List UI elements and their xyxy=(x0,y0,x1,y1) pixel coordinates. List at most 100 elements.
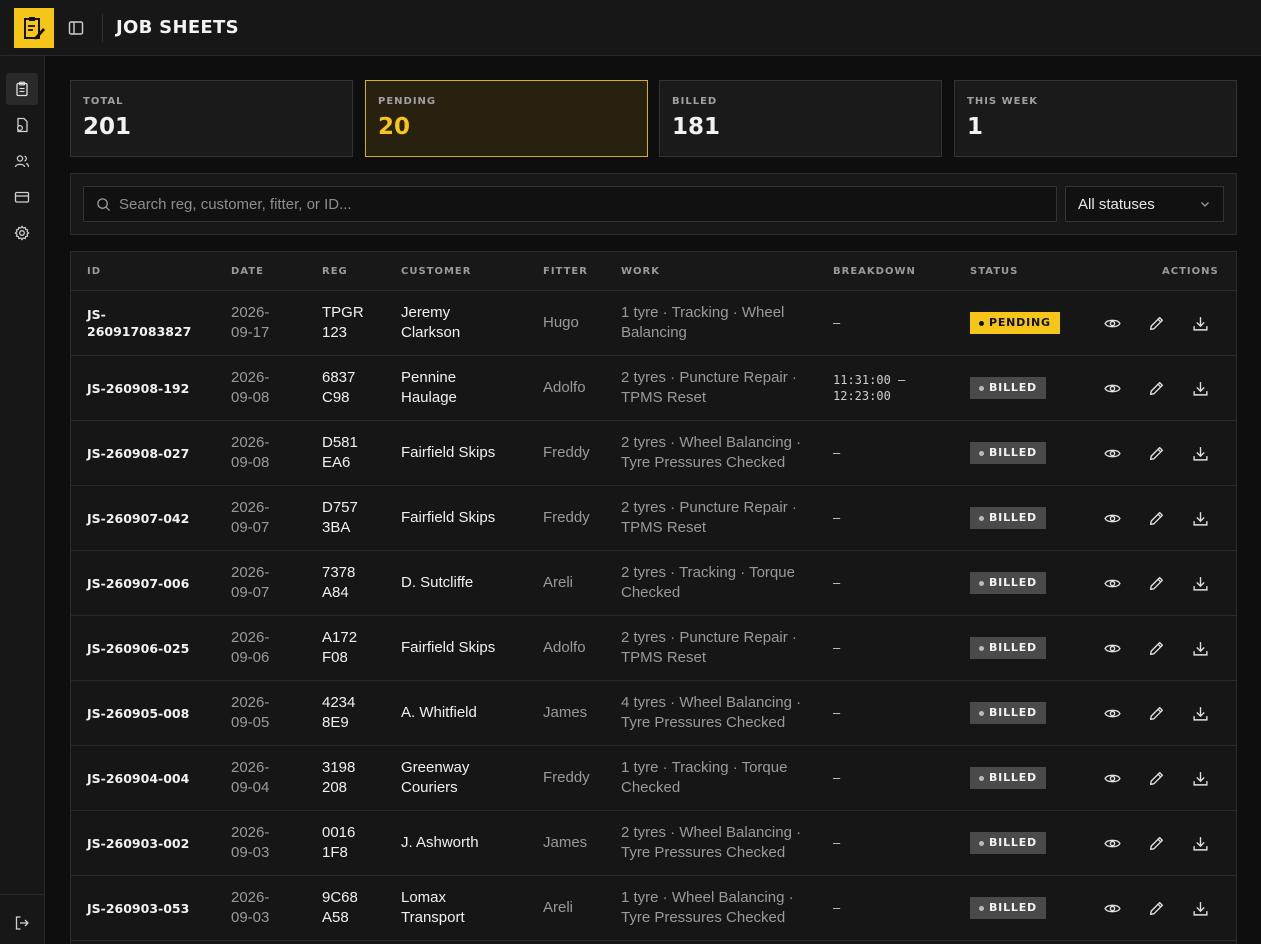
cell-breakdown: 11:31:00 – 12:23:00 xyxy=(833,373,906,403)
download-button[interactable] xyxy=(1190,638,1210,658)
edit-button[interactable] xyxy=(1146,508,1166,528)
app-logo[interactable] xyxy=(14,8,54,48)
download-icon xyxy=(1192,316,1208,331)
table-row[interactable]: JS-260907-006 2026- 09-07 7378 A84 D. Sutcl… xyxy=(71,551,1236,616)
table-row[interactable]: JS- 260917083827 2026- 09-17 TPGR 123 Jerem… xyxy=(71,291,1236,356)
cell-breakdown: – xyxy=(833,316,841,330)
cell-work: 2 tyres · Puncture Repair · TPMS Reset xyxy=(621,629,797,666)
eye-icon xyxy=(1103,384,1121,392)
download-button[interactable] xyxy=(1190,703,1210,723)
stat-card-total[interactable]: TOTAL 201 xyxy=(70,80,353,157)
cell-breakdown: – xyxy=(833,641,841,655)
download-icon xyxy=(1192,641,1208,656)
status-dot xyxy=(979,385,984,391)
download-button[interactable] xyxy=(1190,313,1210,333)
stat-card-this-week[interactable]: THIS WEEK 1 xyxy=(954,80,1237,157)
table-row[interactable]: JS-260903-053 2026- 09-03 9C68 A58 Lomax Tr… xyxy=(71,876,1236,941)
edit-button[interactable] xyxy=(1146,898,1166,918)
view-button[interactable] xyxy=(1102,833,1122,853)
status-badge: BILLED xyxy=(970,637,1046,659)
download-button[interactable] xyxy=(1190,378,1210,398)
cell-status: BILLED xyxy=(970,876,1080,940)
download-button[interactable] xyxy=(1190,768,1210,788)
cell-date: 2026- 09-08 xyxy=(231,434,270,471)
nav-item-invoices[interactable] xyxy=(6,109,38,141)
cell-status: PENDING xyxy=(970,291,1080,355)
column-header-work[interactable]: WORK xyxy=(621,266,660,277)
eye-icon xyxy=(1103,579,1121,587)
view-button[interactable] xyxy=(1102,573,1122,593)
logout-button[interactable] xyxy=(6,907,38,939)
cell-reg: D757 3BA xyxy=(322,499,358,536)
download-button[interactable] xyxy=(1190,573,1210,593)
status-badge: BILLED xyxy=(970,507,1046,529)
column-header-status[interactable]: STATUS xyxy=(970,266,1018,277)
search-icon xyxy=(97,197,111,211)
download-icon xyxy=(1192,446,1208,461)
table-row[interactable]: JS-260906-025 2026- 09-06 A172 F08 Fairfiel… xyxy=(71,616,1236,681)
table-row[interactable]: JS-260908-192 2026- 09-08 6837 C98 Pennine … xyxy=(71,356,1236,421)
view-button[interactable] xyxy=(1102,443,1122,463)
edit-button[interactable] xyxy=(1146,703,1166,723)
table-row[interactable]: JS-260904-004 2026- 09-04 3198 208 Greenway… xyxy=(71,746,1236,811)
sidebar-toggle-button[interactable] xyxy=(66,18,86,38)
cell-breakdown: – xyxy=(833,771,841,785)
download-button[interactable] xyxy=(1190,508,1210,528)
table-row[interactable]: JS-260903-002 2026- 09-03 0016 1F8 J. Ashwo… xyxy=(71,811,1236,876)
view-button[interactable] xyxy=(1102,313,1122,333)
view-button[interactable] xyxy=(1102,898,1122,918)
table-row[interactable]: JS-260907-042 2026- 09-07 D757 3BA Fairfiel… xyxy=(71,486,1236,551)
column-header-id[interactable]: ID xyxy=(87,266,101,277)
pencil-icon xyxy=(1149,576,1163,590)
view-button[interactable] xyxy=(1102,638,1122,658)
cell-date: 2026- 09-04 xyxy=(231,759,270,796)
table-row[interactable]: JS-260908-027 2026- 09-08 D581 EA6 Fairfiel… xyxy=(71,421,1236,486)
cell-status: BILLED xyxy=(970,746,1080,810)
view-button[interactable] xyxy=(1102,378,1122,398)
download-button[interactable] xyxy=(1190,898,1210,918)
edit-button[interactable] xyxy=(1146,378,1166,398)
pencil-icon xyxy=(1149,381,1163,395)
stat-value: 1 xyxy=(967,114,984,140)
stat-label: PENDING xyxy=(378,96,437,107)
view-button[interactable] xyxy=(1102,768,1122,788)
edit-button[interactable] xyxy=(1146,833,1166,853)
cell-id: JS-260906-025 xyxy=(87,640,190,656)
eye-icon xyxy=(1103,644,1121,652)
table-row[interactable]: JS-260905-008 2026- 09-05 4234 8E9 A. Whitf… xyxy=(71,681,1236,746)
column-header-fitter[interactable]: FITTER xyxy=(543,266,588,277)
nav-item-customers[interactable] xyxy=(6,145,38,177)
status-filter-select[interactable]: All statuses xyxy=(1065,186,1224,222)
edit-button[interactable] xyxy=(1146,573,1166,593)
download-button[interactable] xyxy=(1190,443,1210,463)
column-header-date[interactable]: DATE xyxy=(231,266,264,277)
nav-item-job-sheets[interactable] xyxy=(6,73,38,105)
cell-status: BILLED xyxy=(970,356,1080,420)
edit-button[interactable] xyxy=(1146,443,1166,463)
download-icon xyxy=(1192,706,1208,721)
cell-fitter: Areli xyxy=(543,574,574,591)
column-header-breakdown[interactable]: BREAKDOWN xyxy=(833,266,916,277)
search-box[interactable] xyxy=(83,186,1057,222)
search-input[interactable] xyxy=(119,195,1019,213)
cell-reg: 6837 C98 xyxy=(322,369,356,406)
download-button[interactable] xyxy=(1190,833,1210,853)
column-header-customer[interactable]: CUSTOMER xyxy=(401,266,471,277)
edit-button[interactable] xyxy=(1146,313,1166,333)
column-header-reg[interactable]: REG xyxy=(322,266,348,277)
nav-item-settings[interactable] xyxy=(6,217,38,249)
status-dot xyxy=(979,580,984,586)
edit-button[interactable] xyxy=(1146,768,1166,788)
cell-customer: Fairfield Skips xyxy=(401,509,496,526)
edit-button[interactable] xyxy=(1146,638,1166,658)
view-button[interactable] xyxy=(1102,508,1122,528)
users-icon xyxy=(14,155,30,168)
nav-item-billing[interactable] xyxy=(6,181,38,213)
page-title: JOB SHEETS xyxy=(116,17,239,38)
stat-card-pending[interactable]: PENDING 20 xyxy=(365,80,648,157)
cell-date: 2026- 09-07 xyxy=(231,499,270,536)
status-dot xyxy=(979,515,984,521)
view-button[interactable] xyxy=(1102,703,1122,723)
chevron-down-icon xyxy=(1201,202,1209,207)
stat-card-billed[interactable]: BILLED 181 xyxy=(659,80,942,157)
